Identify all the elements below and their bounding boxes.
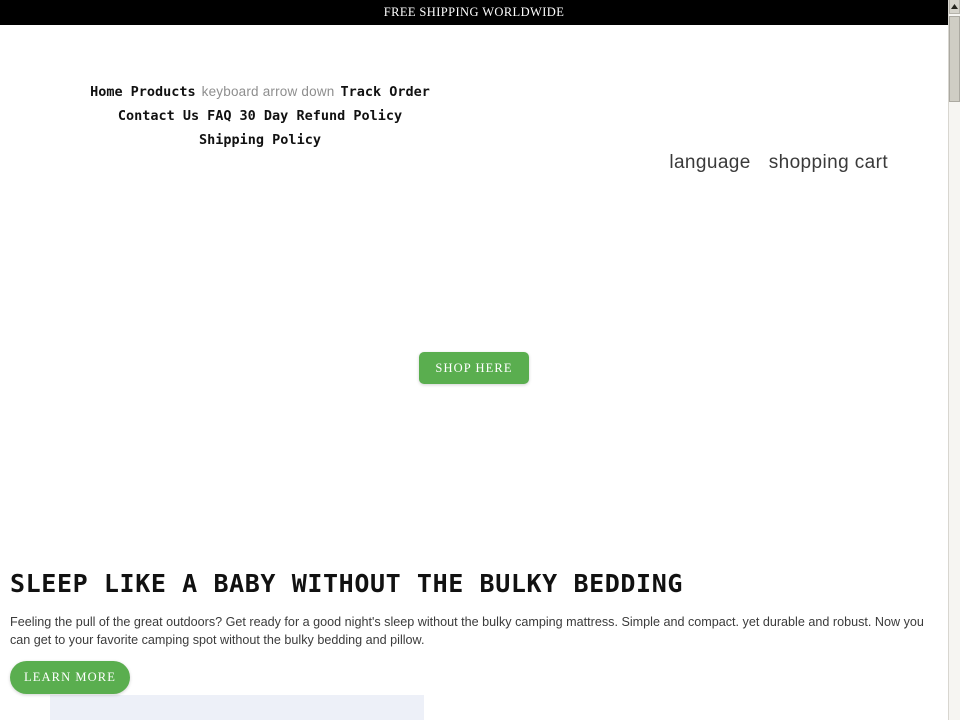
nav-link-contact-us[interactable]: Contact Us (118, 108, 199, 124)
nav-link-home[interactable]: Home (90, 84, 123, 100)
shop-here-button[interactable]: SHOP HERE (419, 352, 529, 384)
keyboard-arrow-down-icon[interactable]: keyboard arrow down (202, 84, 335, 99)
nav-link-faq[interactable]: FAQ (207, 108, 231, 124)
nav-row-2: Contact Us FAQ 30 Day Refund Policy (0, 104, 520, 128)
feature-heading: SLEEP LIKE A BABY WITHOUT THE BULKY BEDD… (10, 569, 684, 598)
announcement-text: FREE SHIPPING WORLDWIDE (383, 5, 565, 19)
site-header: Home Products keyboard arrow down Track Ord… (0, 25, 948, 190)
nav-link-shipping-policy[interactable]: Shipping Policy (199, 132, 321, 148)
feature-paragraph: Feeling the pull of the great outdoors? … (10, 615, 924, 647)
nav-row-3: Shipping Policy (0, 128, 520, 152)
shopping-cart-icon[interactable]: shopping cart (769, 152, 888, 174)
page-viewport: FREE SHIPPING WORLDWIDE Home Products keyb… (0, 0, 948, 720)
nav-link-track-order[interactable]: Track Order (341, 84, 430, 100)
scroll-up-button[interactable] (949, 0, 960, 14)
scrollbar-thumb[interactable] (949, 16, 960, 102)
announcement-bar: FREE SHIPPING WORLDWIDE (0, 0, 948, 25)
header-utility-group: language shopping cart (669, 152, 888, 174)
nav-link-refund-policy[interactable]: 30 Day Refund Policy (240, 108, 403, 124)
nav-link-products[interactable]: Products (131, 84, 196, 100)
scrollbar-track[interactable] (949, 14, 960, 720)
feature-section: SLEEP LIKE A BABY WITHOUT THE BULKY BEDD… (0, 545, 948, 720)
nav-row-1: Home Products keyboard arrow down Track Ord… (0, 80, 520, 104)
learn-more-button[interactable]: LEARN MORE (10, 661, 130, 694)
vertical-scrollbar[interactable] (948, 0, 960, 720)
main-navigation: Home Products keyboard arrow down Track Ord… (0, 80, 520, 152)
hero-banner: SHOP HERE (0, 190, 948, 545)
feature-media-placeholder (50, 695, 424, 720)
language-icon[interactable]: language (669, 152, 750, 174)
